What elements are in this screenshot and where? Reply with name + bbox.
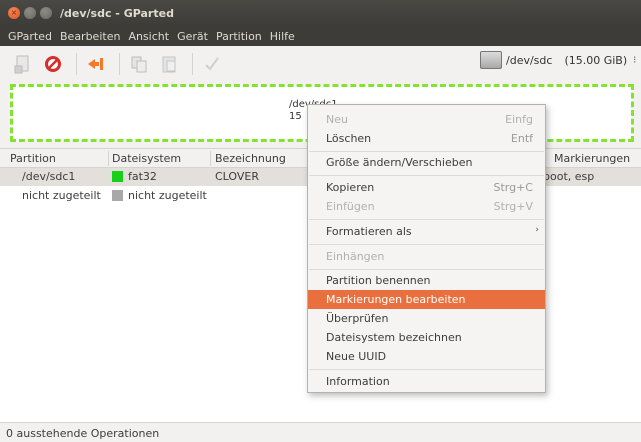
cell-filesystem: fat32 [128,170,157,183]
minimize-icon[interactable] [24,7,36,19]
delete-partition-button[interactable] [40,51,66,77]
delete-icon [45,56,61,72]
window-title: /dev/sdc - GParted [60,6,174,20]
menu-separator [309,369,544,370]
close-icon[interactable]: × [8,7,20,19]
submenu-arrow-icon: › [535,225,539,235]
apply-button[interactable] [199,51,225,77]
cell-filesystem: nicht zugeteilt [128,189,207,202]
maximize-icon[interactable] [40,7,52,19]
menu-item-copy[interactable]: Kopieren Strg+C [308,178,545,197]
device-selector[interactable]: /dev/sdc (15.00 GiB) ⁝ [480,51,636,69]
new-partition-icon [14,55,29,74]
menu-item-name-partition[interactable]: Partition benennen [308,271,545,290]
menu-bar: GParted Bearbeiten Ansicht Gerät Partiti… [0,26,641,46]
menu-separator [309,151,544,152]
menu-separator [309,269,544,270]
copy-icon [131,56,147,73]
apply-icon [205,57,219,71]
menu-item-delete[interactable]: Löschen Entf [308,129,545,148]
hard-disk-icon [480,51,502,69]
context-menu: Neu Einfg Löschen Entf Größe ändern/Vers… [307,104,546,393]
new-partition-button[interactable] [10,51,36,77]
menu-item-new[interactable]: Neu Einfg [308,110,545,129]
copy-button[interactable] [126,51,152,77]
device-size: (15.00 GiB) [564,53,628,67]
chevron-updown-icon: ⁝ [633,54,637,66]
menu-hilfe[interactable]: Hilfe [270,30,295,43]
menu-item-check[interactable]: Überprüfen [308,309,545,328]
column-partition[interactable]: Partition [10,152,56,165]
resize-move-icon [88,58,103,70]
cell-label: CLOVER [215,170,259,183]
cell-partition: nicht zugeteilt [22,189,101,202]
paste-button[interactable] [156,51,182,77]
menu-separator [309,175,544,176]
window-controls: × [8,7,52,19]
status-bar: 0 ausstehende Operationen [0,422,641,442]
filesystem-color-swatch [112,190,123,201]
menu-item-label-filesystem[interactable]: Dateisystem bezeichnen [308,328,545,347]
resize-move-button[interactable] [83,51,109,77]
cell-flags: boot, esp [543,170,595,183]
menu-item-information[interactable]: Information [308,372,545,391]
menu-separator [309,219,544,220]
menu-item-format-as[interactable]: Formatieren als › [308,222,545,241]
title-bar: × /dev/sdc - GParted [0,0,641,26]
column-flags[interactable]: Markierungen [554,152,630,165]
toolbar-separator [119,53,120,75]
menu-item-mount[interactable]: Einhängen [308,247,545,266]
menu-item-manage-flags[interactable]: Markierungen bearbeiten [308,290,545,309]
menu-item-resize-move[interactable]: Größe ändern/Verschieben [308,153,545,172]
toolbar-separator [76,53,77,75]
filesystem-color-swatch [112,171,123,182]
menu-item-new-uuid[interactable]: Neue UUID [308,347,545,366]
menu-ansicht[interactable]: Ansicht [128,30,169,43]
menu-geraet[interactable]: Gerät [177,30,208,43]
menu-bearbeiten[interactable]: Bearbeiten [60,30,120,43]
device-name: /dev/sdc [506,53,553,67]
pending-operations-text: 0 ausstehende Operationen [6,427,160,440]
menu-partition[interactable]: Partition [216,30,262,43]
column-label[interactable]: Bezeichnung [215,152,286,165]
menu-gparted[interactable]: GParted [8,30,52,43]
cell-partition: /dev/sdc1 [22,170,76,183]
menu-item-paste[interactable]: Einfügen Strg+V [308,197,545,216]
toolbar-separator [192,53,193,75]
column-filesystem[interactable]: Dateisystem [112,152,181,165]
menu-separator [309,244,544,245]
paste-icon [162,56,176,73]
